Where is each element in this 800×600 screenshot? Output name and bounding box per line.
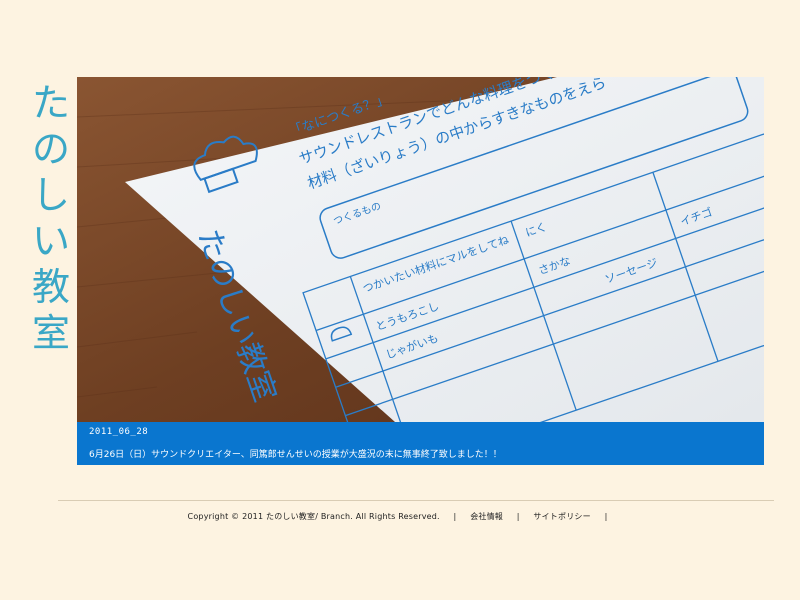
news-caption[interactable]: 2011_06_28 6月26日（日）サウンドクリエイター、同篤郎せんせいの授業… [77, 422, 764, 465]
company-info-link[interactable]: 会社情報 [470, 512, 503, 521]
footer: Copyright © 2011 たのしい教室/ Branch. All Rig… [0, 511, 800, 522]
logo-char: の [31, 127, 70, 171]
hero-image: 「なにつくる？」 サウンドレストランでどんな料理をつくる 材料（ざいりょう）の中… [77, 77, 764, 422]
site-logo[interactable]: た の し い 教 室 [28, 80, 74, 356]
footer-separator: | [516, 512, 520, 521]
footer-separator: | [604, 512, 608, 521]
logo-char: 教 [31, 265, 70, 309]
logo-char: し [31, 173, 70, 217]
footer-divider [58, 500, 774, 501]
news-message[interactable]: 6月26日（日）サウンドクリエイター、同篤郎せんせいの授業が大盛況の末に無事終了… [89, 447, 502, 460]
footer-separator: | [453, 512, 457, 521]
site-policy-link[interactable]: サイトポリシー [533, 512, 590, 521]
logo-char: た [31, 81, 70, 125]
logo-char: 室 [31, 311, 70, 355]
logo-char: い [31, 219, 70, 263]
news-date: 2011_06_28 [89, 427, 149, 437]
copyright-text: Copyright © 2011 たのしい教室/ Branch. All Rig… [187, 512, 440, 521]
